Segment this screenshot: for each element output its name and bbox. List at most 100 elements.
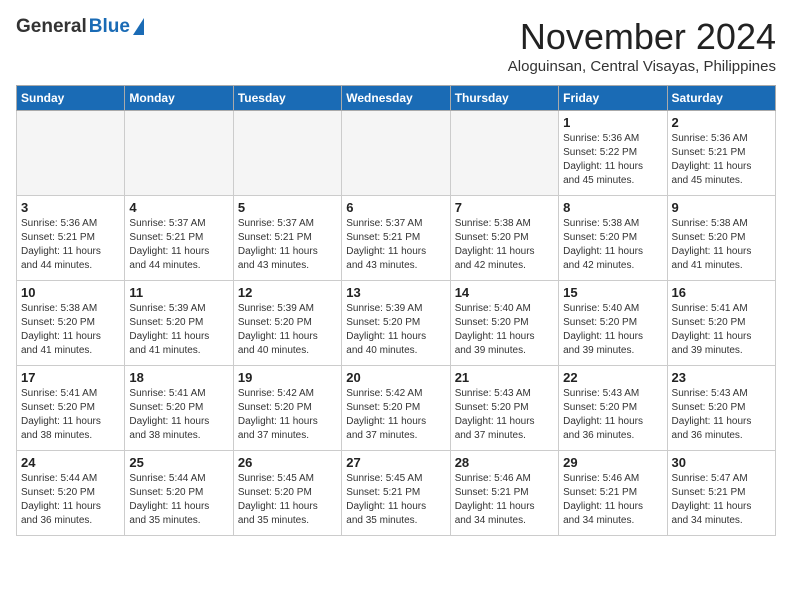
day-info: Sunrise: 5:45 AM Sunset: 5:21 PM Dayligh… (346, 472, 445, 528)
day-info: Sunrise: 5:37 AM Sunset: 5:21 PM Dayligh… (346, 217, 445, 273)
day-info: Sunrise: 5:44 AM Sunset: 5:20 PM Dayligh… (129, 472, 228, 528)
calendar-cell: 15 Sunrise: 5:40 AM Sunset: 5:20 PM Dayli… (559, 281, 667, 366)
day-number: 19 (238, 370, 337, 385)
calendar-cell: 25 Sunrise: 5:44 AM Sunset: 5:20 PM Dayli… (125, 451, 233, 536)
calendar-cell: 14 Sunrise: 5:40 AM Sunset: 5:20 PM Dayli… (450, 281, 558, 366)
day-number: 17 (21, 370, 120, 385)
day-info: Sunrise: 5:47 AM Sunset: 5:21 PM Dayligh… (672, 472, 771, 528)
day-info: Sunrise: 5:40 AM Sunset: 5:20 PM Dayligh… (455, 302, 554, 358)
calendar-cell: 22Sunrise: 5:43 AM Sunset: 5:20 PM Dayli… (559, 366, 667, 451)
month-title: November 2024 (508, 16, 776, 58)
calendar-cell: 19 Sunrise: 5:42 AM Sunset: 5:20 PM Dayli… (233, 366, 341, 451)
day-number: 11 (129, 285, 228, 300)
calendar-cell (450, 111, 558, 196)
calendar-cell: 6 Sunrise: 5:37 AM Sunset: 5:21 PM Daylig… (342, 196, 450, 281)
calendar-cell: 10 Sunrise: 5:38 AM Sunset: 5:20 PM Dayli… (17, 281, 125, 366)
day-info: Sunrise: 5:38 AM Sunset: 5:20 PM Dayligh… (672, 217, 771, 273)
day-number: 9 (672, 200, 771, 215)
day-info: Sunrise: 5:44 AM Sunset: 5:20 PM Dayligh… (21, 472, 120, 528)
weekday-header: Sunday (17, 86, 125, 111)
day-number: 25 (129, 455, 228, 470)
day-info: Sunrise: 5:38 AM Sunset: 5:20 PM Dayligh… (563, 217, 662, 273)
calendar-cell: 23 Sunrise: 5:43 AM Sunset: 5:20 PM Dayli… (667, 366, 775, 451)
calendar-cell: 3 Sunrise: 5:36 AM Sunset: 5:21 PM Daylig… (17, 196, 125, 281)
day-number: 13 (346, 285, 445, 300)
day-number: 1 (563, 115, 662, 130)
day-number: 27 (346, 455, 445, 470)
day-info: Sunrise: 5:39 AM Sunset: 5:20 PM Dayligh… (346, 302, 445, 358)
calendar-cell (125, 111, 233, 196)
day-number: 7 (455, 200, 554, 215)
calendar-cell: 28Sunrise: 5:46 AM Sunset: 5:21 PM Dayli… (450, 451, 558, 536)
day-number: 4 (129, 200, 228, 215)
day-number: 23 (672, 370, 771, 385)
calendar-cell: 4Sunrise: 5:37 AM Sunset: 5:21 PM Daylig… (125, 196, 233, 281)
day-info: Sunrise: 5:36 AM Sunset: 5:21 PM Dayligh… (672, 132, 771, 188)
calendar-cell: 27 Sunrise: 5:45 AM Sunset: 5:21 PM Dayli… (342, 451, 450, 536)
calendar-cell: 21Sunrise: 5:43 AM Sunset: 5:20 PM Dayli… (450, 366, 558, 451)
calendar-header-row: SundayMondayTuesdayWednesdayThursdayFrid… (17, 86, 776, 111)
calendar-cell: 17 Sunrise: 5:41 AM Sunset: 5:20 PM Dayli… (17, 366, 125, 451)
calendar-cell (233, 111, 341, 196)
calendar-week-row: 24 Sunrise: 5:44 AM Sunset: 5:20 PM Dayli… (17, 451, 776, 536)
calendar-cell (17, 111, 125, 196)
weekday-header: Wednesday (342, 86, 450, 111)
day-number: 3 (21, 200, 120, 215)
calendar-cell: 5 Sunrise: 5:37 AM Sunset: 5:21 PM Daylig… (233, 196, 341, 281)
calendar-week-row: 3 Sunrise: 5:36 AM Sunset: 5:21 PM Daylig… (17, 196, 776, 281)
page-header: General Blue November 2024 Aloguinsan, C… (16, 16, 776, 75)
day-info: Sunrise: 5:41 AM Sunset: 5:20 PM Dayligh… (21, 387, 120, 443)
logo-triangle-icon (133, 18, 144, 35)
calendar-week-row: 1 Sunrise: 5:36 AM Sunset: 5:22 PM Daylig… (17, 111, 776, 196)
calendar-cell: 7 Sunrise: 5:38 AM Sunset: 5:20 PM Daylig… (450, 196, 558, 281)
day-number: 28 (455, 455, 554, 470)
calendar-cell: 24 Sunrise: 5:44 AM Sunset: 5:20 PM Dayli… (17, 451, 125, 536)
day-number: 14 (455, 285, 554, 300)
calendar-cell: 8 Sunrise: 5:38 AM Sunset: 5:20 PM Daylig… (559, 196, 667, 281)
calendar-cell: 26Sunrise: 5:45 AM Sunset: 5:20 PM Dayli… (233, 451, 341, 536)
day-number: 12 (238, 285, 337, 300)
day-info: Sunrise: 5:45 AM Sunset: 5:20 PM Dayligh… (238, 472, 337, 528)
day-info: Sunrise: 5:39 AM Sunset: 5:20 PM Dayligh… (129, 302, 228, 358)
calendar-week-row: 10 Sunrise: 5:38 AM Sunset: 5:20 PM Dayli… (17, 281, 776, 366)
calendar-cell: 29 Sunrise: 5:46 AM Sunset: 5:21 PM Dayli… (559, 451, 667, 536)
title-section: November 2024 Aloguinsan, Central Visaya… (508, 16, 776, 75)
weekday-header: Saturday (667, 86, 775, 111)
day-number: 18 (129, 370, 228, 385)
day-info: Sunrise: 5:43 AM Sunset: 5:20 PM Dayligh… (672, 387, 771, 443)
logo: General Blue (16, 16, 144, 38)
weekday-header: Friday (559, 86, 667, 111)
calendar-cell (342, 111, 450, 196)
day-info: Sunrise: 5:40 AM Sunset: 5:20 PM Dayligh… (563, 302, 662, 358)
day-info: Sunrise: 5:37 AM Sunset: 5:21 PM Dayligh… (238, 217, 337, 273)
day-number: 15 (563, 285, 662, 300)
day-info: Sunrise: 5:36 AM Sunset: 5:21 PM Dayligh… (21, 217, 120, 273)
day-info: Sunrise: 5:42 AM Sunset: 5:20 PM Dayligh… (238, 387, 337, 443)
calendar-cell: 2Sunrise: 5:36 AM Sunset: 5:21 PM Daylig… (667, 111, 775, 196)
calendar-week-row: 17 Sunrise: 5:41 AM Sunset: 5:20 PM Dayli… (17, 366, 776, 451)
day-number: 8 (563, 200, 662, 215)
day-info: Sunrise: 5:38 AM Sunset: 5:20 PM Dayligh… (21, 302, 120, 358)
day-number: 6 (346, 200, 445, 215)
day-number: 10 (21, 285, 120, 300)
location-title: Aloguinsan, Central Visayas, Philippines (508, 58, 776, 75)
calendar-cell: 12Sunrise: 5:39 AM Sunset: 5:20 PM Dayli… (233, 281, 341, 366)
day-info: Sunrise: 5:46 AM Sunset: 5:21 PM Dayligh… (563, 472, 662, 528)
calendar-cell: 30 Sunrise: 5:47 AM Sunset: 5:21 PM Dayli… (667, 451, 775, 536)
day-number: 30 (672, 455, 771, 470)
day-number: 24 (21, 455, 120, 470)
logo-general: General (16, 16, 87, 38)
logo-blue: Blue (89, 16, 130, 38)
day-info: Sunrise: 5:43 AM Sunset: 5:20 PM Dayligh… (455, 387, 554, 443)
day-info: Sunrise: 5:36 AM Sunset: 5:22 PM Dayligh… (563, 132, 662, 188)
weekday-header: Tuesday (233, 86, 341, 111)
calendar-cell: 16Sunrise: 5:41 AM Sunset: 5:20 PM Dayli… (667, 281, 775, 366)
day-number: 29 (563, 455, 662, 470)
day-info: Sunrise: 5:43 AM Sunset: 5:20 PM Dayligh… (563, 387, 662, 443)
calendar-cell: 13 Sunrise: 5:39 AM Sunset: 5:20 PM Dayli… (342, 281, 450, 366)
day-info: Sunrise: 5:41 AM Sunset: 5:20 PM Dayligh… (672, 302, 771, 358)
day-number: 5 (238, 200, 337, 215)
day-info: Sunrise: 5:38 AM Sunset: 5:20 PM Dayligh… (455, 217, 554, 273)
day-info: Sunrise: 5:41 AM Sunset: 5:20 PM Dayligh… (129, 387, 228, 443)
calendar-cell: 9 Sunrise: 5:38 AM Sunset: 5:20 PM Daylig… (667, 196, 775, 281)
